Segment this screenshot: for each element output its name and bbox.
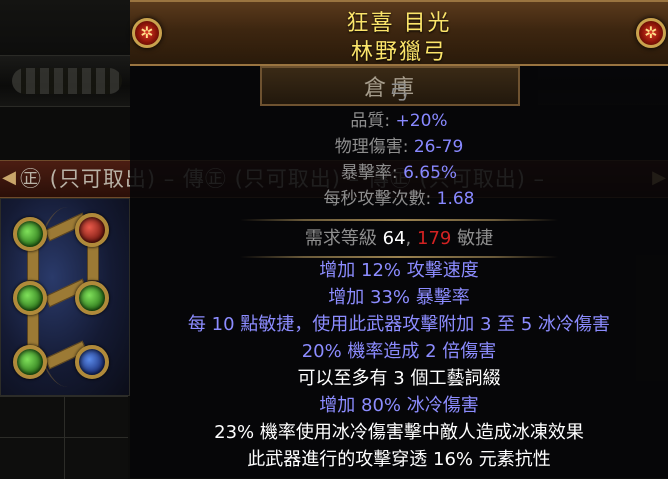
item-mod: 20% 機率造成 2 倍傷害 (301, 341, 497, 362)
item-mod: 每 10 點敏捷，使用此武器攻擊附加 3 至 5 冰冷傷害 (187, 314, 611, 335)
tooltip-header: ✲ 狂喜 目光 林野獵弓 ✲ (130, 0, 668, 66)
stash-top-panel (0, 0, 130, 55)
item-mod: 增加 33% 暴擊率 (328, 287, 470, 308)
property-line: 物理傷害: 26-79 (130, 136, 668, 158)
property-line: 品質: +20% (130, 110, 668, 132)
property-label: 品質: (350, 111, 396, 131)
item-base-type: 林野獵弓 (350, 40, 447, 65)
item-mod: 增加 12% 攻擊速度 (319, 260, 479, 281)
property-label: 物理傷害: (334, 137, 414, 157)
socket-green[interactable] (75, 281, 109, 315)
property-line: 每秒攻擊次數: 1.68 (130, 188, 668, 210)
property-line: 暴擊率: 6.65% (130, 162, 668, 184)
socket-blue[interactable] (75, 345, 109, 379)
chain-ornament (12, 68, 122, 94)
item-mod: 23% 機率使用冰冷傷害擊中敵人造成冰凍效果 (214, 422, 584, 443)
bow-item-slot[interactable] (0, 198, 130, 396)
requirements-line: 需求等級 64, 179 敏捷 (304, 228, 494, 249)
separator (240, 219, 558, 221)
unique-emblem-right-icon: ✲ (634, 8, 668, 58)
item-mod: 可以至多有 3 個工藝詞綴 (297, 368, 501, 389)
property-label: 每秒攻擊次數: (323, 189, 437, 209)
socket-green[interactable] (13, 345, 47, 379)
socket-red[interactable] (75, 213, 109, 247)
property-label: 暴擊率: (340, 163, 404, 183)
item-tooltip: ✲ 狂喜 目光 林野獵弓 ✲ 倉庫 弓 品質: +20% 物理傷害: 26-79 暴… (130, 0, 668, 478)
property-value: 26-79 (413, 137, 464, 157)
left-ornament-bar (0, 55, 130, 107)
item-mod: 增加 80% 冰冷傷害 (319, 395, 479, 416)
property-value: 6.65% (403, 163, 458, 183)
socket-green[interactable] (13, 281, 47, 315)
inventory-grid[interactable] (0, 396, 128, 479)
socket-green[interactable] (13, 217, 47, 251)
scroll-left-icon[interactable]: ◀ (0, 163, 18, 193)
item-class: 弓 (389, 80, 409, 104)
separator (240, 256, 558, 258)
property-value: 1.68 (436, 189, 475, 209)
property-value: +20% (395, 111, 448, 131)
item-name: 狂喜 目光 (346, 11, 452, 36)
item-mod: 此武器進行的攻擊穿透 16% 元素抗性 (247, 449, 551, 470)
